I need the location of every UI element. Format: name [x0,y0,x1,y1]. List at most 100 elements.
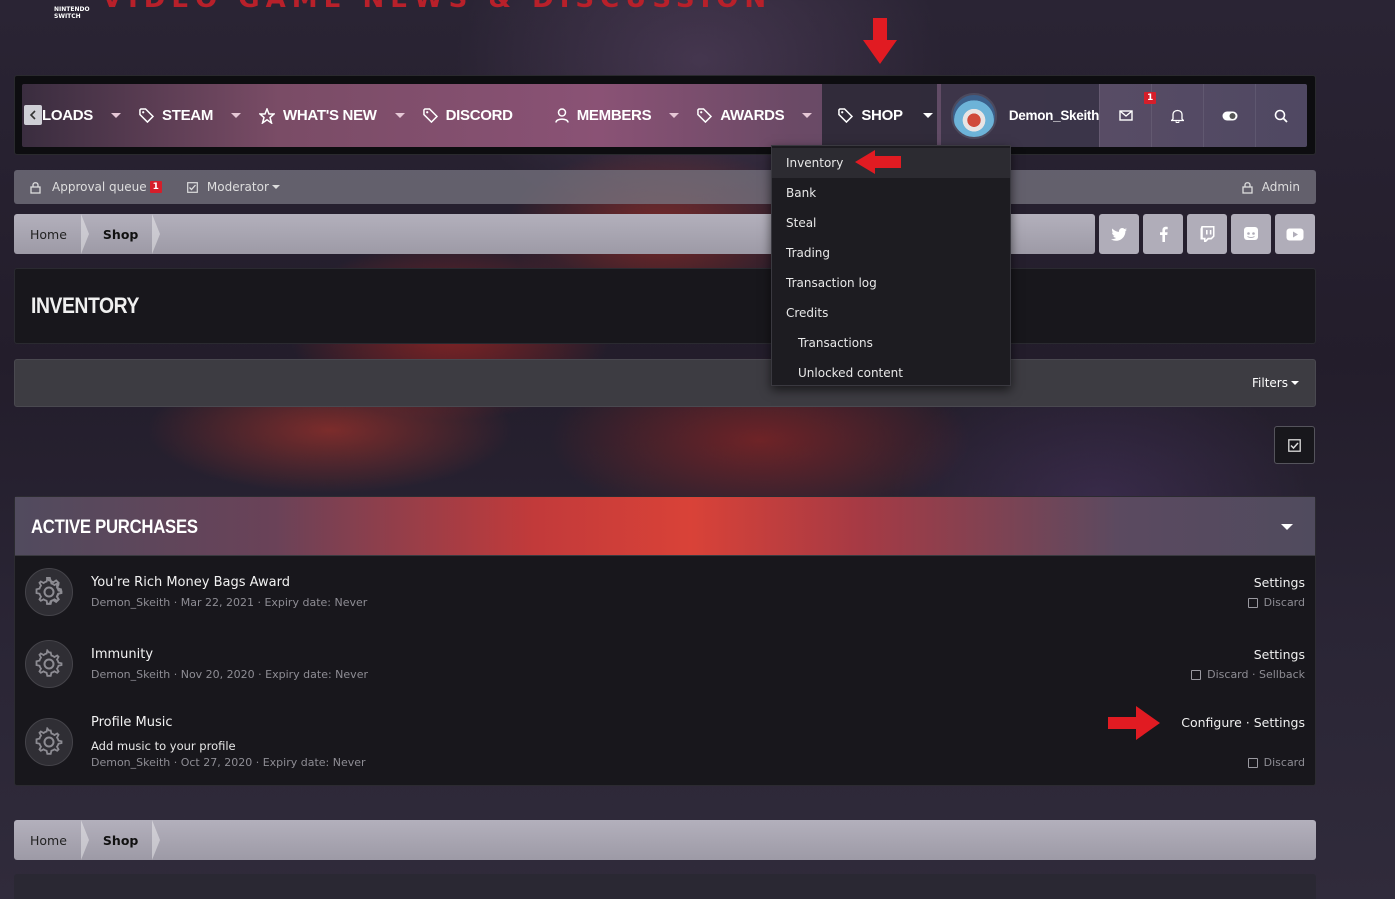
nav-item-label: AWARDS [720,107,785,124]
nav-item-shop[interactable]: SHOP [822,84,937,147]
page-title: INVENTORY [31,293,139,318]
menu-item-trading[interactable]: Trading [786,246,830,260]
checkbox-icon [1288,438,1301,452]
discard-option[interactable]: Discard [1247,596,1305,609]
breadcrumb-shop[interactable]: Shop [89,820,152,860]
nav-scroll-left-button[interactable] [24,105,42,125]
nav-item-awards[interactable]: AWARDS [697,84,822,147]
purchase-actions[interactable]: Settings [1254,575,1305,590]
nav-item-label: MEMBERS [576,107,652,124]
chevron-down-icon[interactable] [231,113,242,118]
inbox-badge: 1 [1144,92,1157,104]
menu-item-transactions[interactable]: Transactions [798,336,873,350]
discard-checkbox[interactable] [1191,669,1202,680]
admin-label: Admin [1261,180,1300,194]
filter-bar: Filters [14,359,1316,407]
inbox-button[interactable]: 1 [1099,84,1157,147]
search-button[interactable] [1255,84,1307,147]
chevron-down-icon[interactable] [802,113,813,118]
moderator-menu[interactable]: Moderator [187,180,280,194]
filters-button[interactable]: Filters [1252,376,1299,390]
moderator-label: Moderator [206,180,269,194]
purchase-title[interactable]: Profile Music [91,715,173,730]
breadcrumb-separator [80,214,89,254]
breadcrumb-home[interactable]: Home [14,820,81,860]
envelope-icon [1118,110,1133,121]
discard-option[interactable]: Discard [1247,756,1305,769]
nintendo-switch-logo[interactable]: NINTENDO SWITCH [20,0,90,22]
discard-checkbox[interactable] [1247,757,1258,768]
nav-item-label: SHOP [861,107,903,124]
menu-item-transaction-log[interactable]: Transaction log [786,276,877,290]
panel-header[interactable]: ACTIVE PURCHASES [15,497,1315,556]
purchase-actions[interactable]: Configure · Settings [1181,715,1305,730]
panel-title: ACTIVE PURCHASES [31,517,198,538]
menu-item-unlocked-content[interactable]: Unlocked content [798,366,903,380]
lock-icon [30,181,41,194]
chevron-down-icon[interactable] [394,113,405,118]
youtube-button[interactable] [1275,214,1315,254]
item-gear-icon [25,640,73,688]
purchase-meta: Demon_Skeith · Mar 22, 2021 · Expiry dat… [91,596,368,609]
discard-sellback-option[interactable]: Discard · Sellback [1191,668,1305,681]
page-header: INVENTORY [14,268,1316,344]
alerts-button[interactable] [1151,84,1203,147]
purchase-actions[interactable]: Settings [1254,647,1305,662]
approval-queue-label: Approval queue [52,180,147,194]
breadcrumb-shop[interactable]: Shop [89,214,152,254]
discard-label: Discard [1263,596,1305,609]
nav-item-label: STEAM [162,107,214,124]
caret-down-icon [271,185,280,189]
chevron-left-icon [29,110,36,120]
style-toggle-button[interactable] [1203,84,1255,147]
breadcrumb-separator [80,820,89,860]
admin-link[interactable]: Admin [1242,180,1300,194]
facebook-button[interactable] [1143,214,1183,254]
nav-item-whats-new[interactable]: WHAT'S NEW [259,84,423,147]
nav-item-members[interactable]: MEMBERS [554,84,698,147]
chevron-down-icon[interactable] [111,113,122,118]
checkbox-icon [187,181,198,193]
shop-menu-toggle[interactable] [922,113,933,118]
purchase-title[interactable]: Immunity [91,647,153,662]
breadcrumb-home[interactable]: Home [14,214,81,254]
menu-item-inventory[interactable]: Inventory [786,156,843,170]
menu-item-steal[interactable]: Steal [786,216,816,230]
twitch-button[interactable] [1187,214,1227,254]
nav-item-steam[interactable]: STEAM [139,84,259,147]
item-gear-icon [25,718,73,766]
select-all-button[interactable] [1274,426,1315,464]
collapse-toggle-icon[interactable] [1281,524,1293,530]
chevron-down-icon[interactable] [669,113,680,118]
user-icon [554,108,569,123]
tag-icon [139,108,155,123]
tag-icon [697,108,713,123]
discard-label: Discard · Sellback [1207,668,1305,681]
annotation-arrow-down-icon [863,18,897,64]
purchase-row: You're Rich Money Bags Award Demon_Skeit… [15,557,1315,627]
approval-queue-link[interactable]: Approval queue 1 [30,180,162,194]
logo-text: NINTENDO SWITCH [54,6,90,20]
facebook-icon [1159,226,1168,242]
discard-checkbox[interactable] [1247,597,1258,608]
purchase-description: Add music to your profile [91,739,236,753]
youtube-icon [1286,228,1304,240]
nav-item-label: DISCORD [445,107,513,124]
user-menu[interactable]: Demon_Skeith [940,84,1099,147]
shop-dropdown-menu: Inventory Bank Steal Trading Transaction… [771,145,1011,386]
main-navigation: LOADS STEAM WHAT'S NEW DISCORD MEMBERS A… [22,84,1307,147]
purchase-row: Immunity Demon_Skeith · Nov 20, 2020 · E… [15,629,1315,699]
star-icon [259,107,276,124]
caret-down-icon [1291,381,1299,385]
moderator-bar: Approval queue 1 Moderator Admin [14,170,1316,204]
twitter-button[interactable] [1099,214,1139,254]
gear-icon [35,649,63,677]
discord-button[interactable] [1231,214,1271,254]
nav-item-discord[interactable]: DISCORD [422,84,555,147]
menu-item-credits[interactable]: Credits [786,306,828,320]
lock-icon [1242,181,1253,194]
annotation-arrow-right-icon [1108,706,1160,740]
purchase-meta: Demon_Skeith · Oct 27, 2020 · Expiry dat… [91,756,366,769]
menu-item-bank[interactable]: Bank [786,186,816,200]
purchase-title[interactable]: You're Rich Money Bags Award [91,575,290,590]
